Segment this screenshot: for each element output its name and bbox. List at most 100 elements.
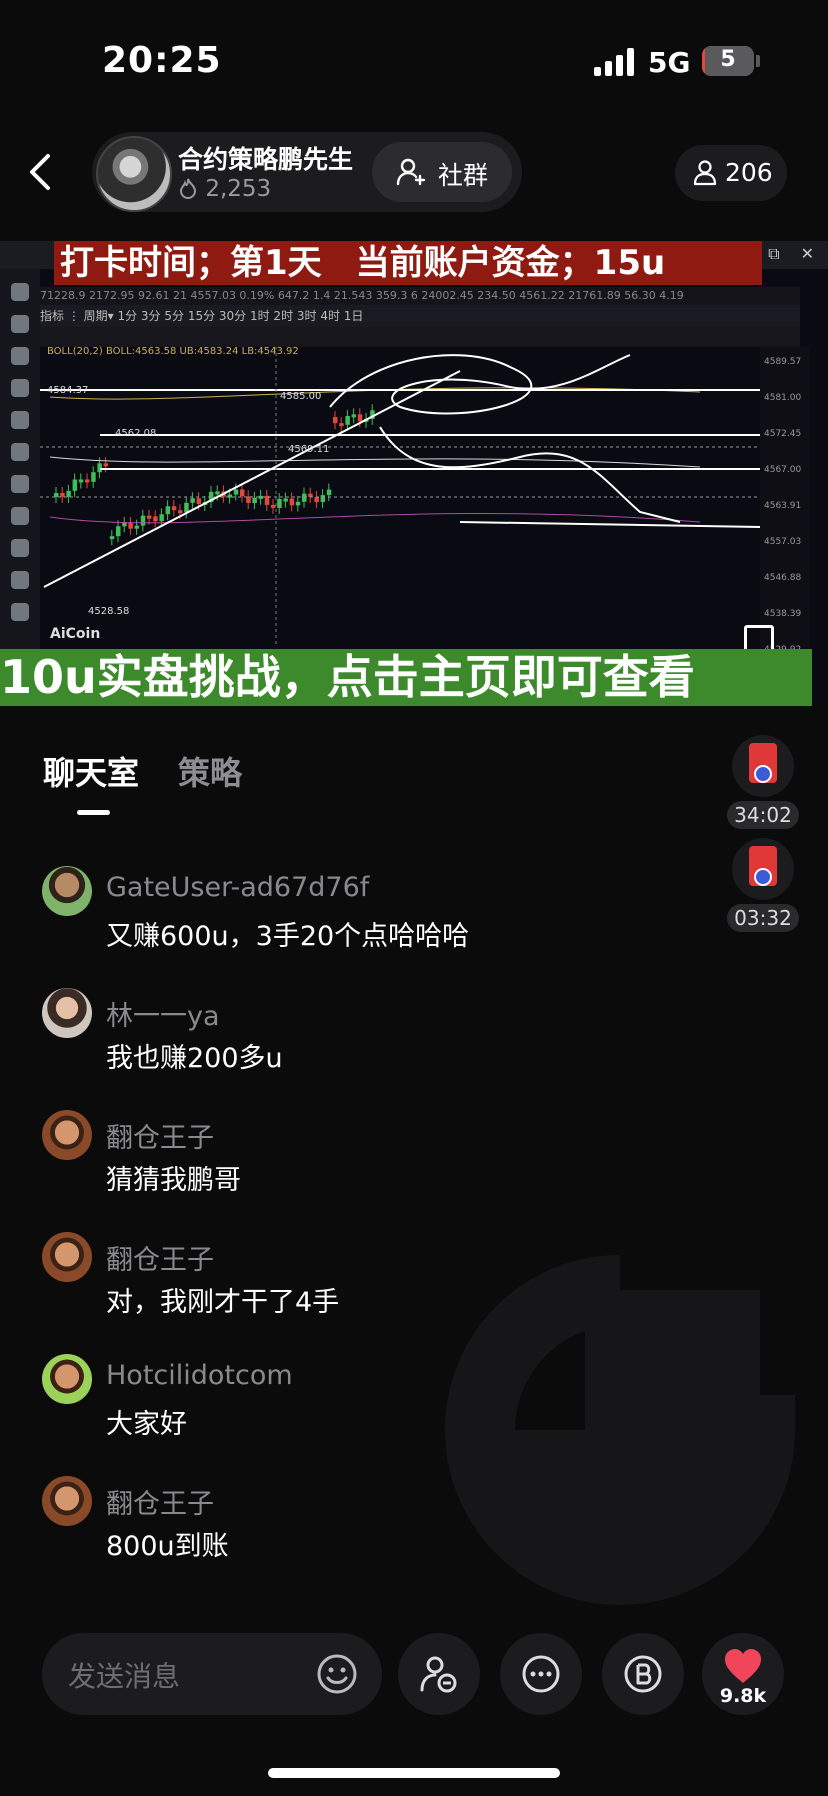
candle-body bbox=[159, 514, 164, 522]
price-axis-tick: 4546.88 bbox=[764, 573, 802, 583]
candle-body bbox=[60, 493, 65, 497]
candle-body bbox=[326, 489, 332, 496]
host-fans-count: 2,253 bbox=[205, 176, 272, 202]
candle-body bbox=[357, 414, 363, 422]
tab-strategy[interactable]: 策略 bbox=[178, 748, 242, 794]
viewer-count: 206 bbox=[725, 158, 773, 187]
candle-body bbox=[240, 489, 245, 497]
viewer-count-button[interactable]: 206 bbox=[675, 145, 787, 201]
chat-message: 林一一ya 我也赚200多u bbox=[42, 988, 742, 1098]
price-axis-tick: 4572.45 bbox=[764, 429, 802, 439]
user-avatar[interactable] bbox=[42, 866, 92, 916]
aicoin-watermark: AiCoin bbox=[50, 626, 101, 642]
b-coin-icon bbox=[624, 1655, 662, 1693]
heart-icon bbox=[725, 1649, 761, 1683]
host-name: 合约策略鹏先生 bbox=[178, 145, 354, 174]
candle-body bbox=[165, 506, 171, 515]
like-count: 9.8k bbox=[719, 1685, 767, 1707]
candle-body bbox=[66, 490, 71, 497]
host-popularity: 2,253 bbox=[178, 176, 271, 202]
price-axis-tick: 4589.57 bbox=[764, 357, 802, 367]
chat-message: GateUser-ad67d76f 又赚600u，3手20个点哈哈哈 bbox=[42, 866, 742, 976]
candle-body bbox=[178, 510, 183, 514]
flame-icon bbox=[179, 178, 197, 199]
red-packet-button[interactable] bbox=[732, 735, 794, 797]
candlestick-chart bbox=[40, 347, 760, 647]
message-text: 对，我刚才干了4手 bbox=[106, 1287, 340, 1318]
message-input[interactable]: 发送消息 bbox=[42, 1633, 382, 1715]
candle-body bbox=[345, 415, 350, 425]
chat-message: 翻仓王子 猜猜我鹏哥 bbox=[42, 1110, 742, 1220]
community-icon bbox=[396, 158, 426, 186]
candle-body bbox=[252, 497, 257, 504]
person-add-icon bbox=[420, 1656, 457, 1693]
message-username[interactable]: Hotcilidotcom bbox=[106, 1360, 293, 1391]
gate-coin-icon bbox=[754, 868, 772, 886]
indicator-label: BOLL(20,2) BOLL:4563.58 UB:4583.24 LB:45… bbox=[47, 346, 299, 357]
message-text: 我也赚200多u bbox=[106, 1043, 283, 1074]
candle-body bbox=[277, 498, 282, 508]
candle-body bbox=[295, 501, 301, 506]
candle-body bbox=[184, 502, 189, 513]
candle-body bbox=[171, 506, 177, 511]
community-button[interactable]: 社群 bbox=[372, 142, 512, 202]
user-avatar[interactable] bbox=[42, 1232, 92, 1282]
candle-body bbox=[103, 463, 109, 467]
message-text: 800u到账 bbox=[106, 1531, 229, 1562]
home-indicator bbox=[268, 1768, 560, 1778]
coin-button[interactable] bbox=[602, 1633, 684, 1715]
live-video[interactable]: — ⧉ ✕ 打卡时间；第1天 当前账户资金；15u 71228.9 2172.9… bbox=[0, 241, 828, 706]
checkin-banner: 打卡时间；第1天 当前账户资金；15u bbox=[54, 241, 762, 285]
candle-body bbox=[128, 522, 133, 529]
price-label-left-top: 4584.37 bbox=[47, 385, 89, 396]
chat-message: 翻仓王子 对，我刚才干了4手 bbox=[42, 1232, 742, 1342]
message-username[interactable]: 林一一ya bbox=[106, 994, 220, 1033]
challenge-banner: 10u实盘挑战，点击主页即可查看 bbox=[0, 649, 812, 706]
user-avatar[interactable] bbox=[42, 1476, 92, 1526]
candle-body bbox=[351, 414, 357, 418]
drawing-toolbar bbox=[40, 327, 800, 347]
message-username[interactable]: 翻仓王子 bbox=[106, 1238, 214, 1277]
more-dots-icon bbox=[522, 1655, 560, 1693]
chat-message: 翻仓王子 800u到账 bbox=[42, 1476, 742, 1586]
candle-body bbox=[190, 498, 195, 503]
emoji-icon[interactable] bbox=[316, 1653, 358, 1695]
active-tab-indicator bbox=[77, 810, 110, 815]
candle-body bbox=[85, 479, 90, 483]
person-icon bbox=[693, 160, 717, 186]
price-label-mid-high: 4585.00 bbox=[280, 391, 322, 402]
more-button[interactable] bbox=[500, 1633, 582, 1715]
candle-body bbox=[320, 495, 326, 503]
candle-body bbox=[283, 498, 288, 502]
tab-chatroom[interactable]: 聊天室 bbox=[43, 748, 139, 794]
back-icon[interactable] bbox=[26, 152, 56, 192]
candle-body bbox=[122, 522, 127, 527]
battery-level: 5 bbox=[720, 47, 736, 72]
price-axis-tick: 4538.39 bbox=[764, 609, 802, 619]
message-username[interactable]: 翻仓王子 bbox=[106, 1116, 214, 1155]
user-avatar[interactable] bbox=[42, 1110, 92, 1160]
timeframe-bar: 指标 ⋮ 周期▾ 1分 3分 5分 15分 30分 1时 2时 3时 4时 1日 bbox=[40, 305, 800, 327]
user-avatar[interactable] bbox=[42, 1354, 92, 1404]
candle-body bbox=[339, 423, 344, 427]
price-axis-tick: 4557.03 bbox=[764, 537, 802, 547]
chat-message: Hotcilidotcom 大家好 bbox=[42, 1354, 742, 1464]
candle-body bbox=[233, 489, 239, 495]
message-username[interactable]: 翻仓王子 bbox=[106, 1482, 214, 1521]
price-axis-tick: 4567.00 bbox=[764, 465, 802, 475]
candle-body bbox=[314, 497, 319, 503]
candle-body bbox=[147, 515, 152, 519]
price-axis-tick: 4581.00 bbox=[764, 393, 802, 403]
candle-body bbox=[271, 504, 276, 508]
red-packet-timer: 34:02 bbox=[727, 801, 799, 829]
message-username[interactable]: GateUser-ad67d76f bbox=[106, 872, 369, 903]
message-text: 大家好 bbox=[106, 1409, 187, 1440]
status-time: 20:25 bbox=[102, 40, 222, 81]
like-button[interactable]: 9.8k bbox=[702, 1633, 784, 1715]
host-avatar[interactable] bbox=[96, 136, 172, 212]
candle-body bbox=[140, 515, 146, 526]
candle-body bbox=[302, 493, 307, 502]
follow-button[interactable] bbox=[398, 1633, 480, 1715]
user-avatar[interactable] bbox=[42, 988, 92, 1038]
candle-body bbox=[78, 479, 84, 483]
